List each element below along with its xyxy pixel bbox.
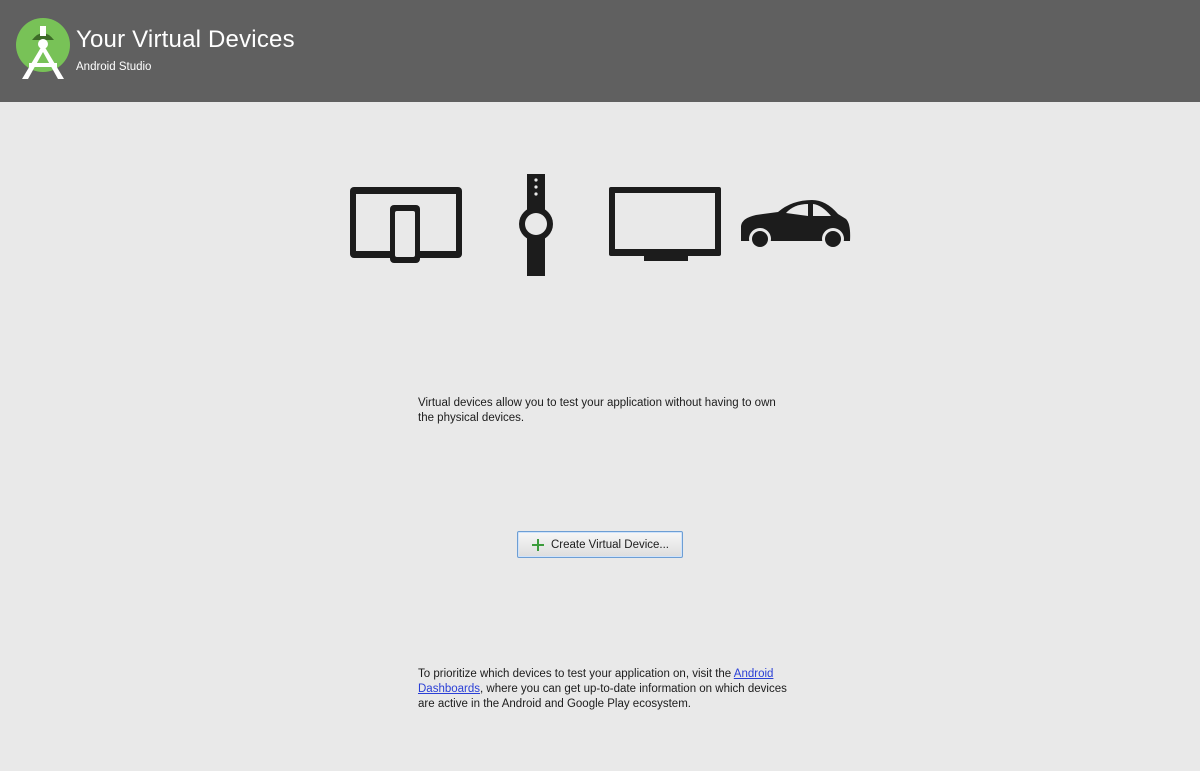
create-virtual-device-button[interactable]: Create Virtual Device...	[517, 531, 683, 558]
header-bar: Your Virtual Devices Android Studio	[0, 0, 1200, 102]
device-illustrations	[350, 174, 851, 276]
create-virtual-device-label: Create Virtual Device...	[550, 538, 670, 551]
footer-text-before: To prioritize which devices to test your…	[418, 668, 734, 680]
watch-icon	[519, 174, 553, 276]
footer-description: To prioritize which devices to test your…	[418, 667, 798, 712]
plus-icon	[531, 538, 544, 551]
page-subtitle: Android Studio	[76, 61, 152, 73]
tv-icon	[609, 187, 721, 261]
tablet-phone-icon	[350, 187, 462, 263]
page-title: Your Virtual Devices	[76, 26, 295, 53]
car-icon	[741, 200, 851, 250]
android-studio-logo-icon	[16, 18, 70, 79]
intro-description: Virtual devices allow you to test your a…	[418, 397, 776, 424]
